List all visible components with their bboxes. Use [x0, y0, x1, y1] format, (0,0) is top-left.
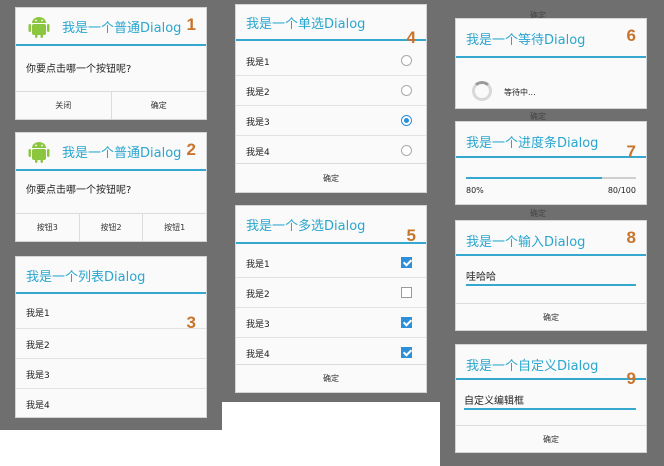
list-item[interactable]: 我是3	[16, 358, 206, 389]
dialog-title-bar: 我是一个普通Dialog 2	[16, 133, 206, 171]
dialog-title-bar: 我是一个列表Dialog	[16, 257, 206, 294]
dialog-title: 我是一个等待Dialog	[466, 33, 586, 48]
ok-button[interactable]: 确定	[236, 164, 426, 192]
button-row: 确定	[236, 364, 426, 392]
radio-button[interactable]	[401, 85, 412, 96]
background-text: 确定	[530, 112, 546, 121]
radio-option-label: 我是4	[246, 148, 270, 158]
dialog-number: 4	[406, 28, 416, 47]
dialog-number: 5	[406, 226, 416, 245]
radio-option[interactable]: 我是4	[236, 135, 426, 166]
dialog-message: 你要点击哪一个按钮呢?	[26, 64, 132, 75]
progress-ratio: 80/100	[607, 186, 636, 195]
checkbox-checked[interactable]	[401, 257, 412, 268]
android-icon	[28, 142, 50, 163]
progress-percent: 80%	[466, 186, 484, 195]
dialog-number: 8	[626, 228, 636, 247]
button-2[interactable]: 按钮2	[78, 214, 143, 241]
checkbox-option-label: 我是3	[246, 320, 270, 330]
button-row: 确定	[236, 163, 426, 192]
progress-bar-fill	[466, 177, 602, 179]
dialog-title-bar: 我是一个普通Dialog 1	[16, 8, 206, 46]
loading-spinner-icon	[472, 81, 492, 101]
close-button[interactable]: 关闭	[16, 92, 111, 119]
dialog-single-choice: 我是一个单选Dialog 4 我是1 我是2 我是3 我是4 确定	[236, 5, 426, 192]
checkbox-checked[interactable]	[401, 317, 412, 328]
dialog-title: 我是一个列表Dialog	[26, 270, 146, 285]
checkbox-option[interactable]: 我是3	[236, 307, 426, 338]
checkbox-option-label: 我是2	[246, 290, 270, 300]
dialog-message: 你要点击哪一个按钮呢?	[26, 185, 132, 196]
ok-button[interactable]: 确定	[236, 365, 426, 392]
list-item[interactable]: 我是1	[16, 297, 206, 327]
list-item-label: 我是3	[26, 371, 50, 381]
radio-button-selected[interactable]	[401, 115, 412, 126]
custom-edit-value: 自定义编辑框	[464, 396, 524, 407]
radio-option-label: 我是2	[246, 88, 270, 98]
radio-option[interactable]: 我是2	[236, 75, 426, 106]
background-text: 确定	[530, 209, 546, 218]
radio-option[interactable]: 我是3	[236, 105, 426, 136]
custom-edit-field[interactable]: 自定义编辑框	[464, 388, 636, 410]
dialog-title-bar: 我是一个多选Dialog 5	[236, 206, 426, 245]
ok-button[interactable]: 确定	[456, 304, 646, 330]
dialog-title: 我是一个普通Dialog	[62, 146, 182, 161]
dialog-number: 2	[186, 140, 196, 159]
dialog-title: 我是一个自定义Dialog	[466, 359, 599, 374]
radio-button[interactable]	[401, 55, 412, 66]
dialog-title: 我是一个输入Dialog	[466, 235, 586, 250]
dialog-progress: 我是一个进度条Dialog 7 80% 80/100	[456, 122, 646, 204]
progress-bar	[466, 177, 636, 179]
dialog-custom: 我是一个自定义Dialog 9 自定义编辑框 确定	[456, 345, 646, 452]
list-item-label: 我是4	[26, 401, 50, 411]
dialog-number: 1	[186, 15, 196, 34]
dialog-normal-1: 我是一个普通Dialog 1 你要点击哪一个按钮呢? 关闭 确定	[16, 8, 206, 119]
dialog-title: 我是一个进度条Dialog	[466, 136, 599, 151]
dialog-title-bar: 我是一个自定义Dialog 9	[456, 345, 646, 388]
dialog-title-bar: 我是一个等待Dialog 6	[456, 19, 646, 58]
dialog-input: 我是一个输入Dialog 8 哇哈哈 确定	[456, 221, 646, 330]
list-item[interactable]: 我是2	[16, 328, 206, 359]
dialog-number: 7	[626, 142, 636, 161]
list-item-label: 我是1	[26, 309, 50, 319]
list-item[interactable]: 我是4	[16, 388, 206, 419]
dialog-title: 我是一个单选Dialog	[246, 17, 366, 32]
button-row: 关闭 确定	[16, 91, 206, 119]
checkbox-option-label: 我是4	[246, 350, 270, 360]
checkbox-option-label: 我是1	[246, 260, 270, 270]
dialog-title: 我是一个普通Dialog	[62, 21, 182, 36]
button-3[interactable]: 按钮3	[16, 214, 79, 241]
dialog-title-bar: 我是一个输入Dialog 8	[456, 221, 646, 256]
dialog-list: 我是一个列表Dialog 3 我是1 我是2 我是3 我是4	[16, 257, 206, 417]
radio-button[interactable]	[401, 145, 412, 156]
dialog-waiting: 我是一个等待Dialog 6 等待中...	[456, 19, 646, 108]
waiting-message: 等待中...	[504, 88, 536, 97]
dialog-title-bar: 我是一个进度条Dialog 7	[456, 122, 646, 161]
dialog-title: 我是一个多选Dialog	[246, 219, 366, 234]
dialog-number: 9	[626, 369, 636, 388]
checkbox-option[interactable]: 我是2	[236, 277, 426, 308]
dialog-number: 6	[626, 26, 636, 45]
dialog-title-bar: 我是一个单选Dialog 4	[236, 5, 426, 47]
text-input[interactable]: 哇哈哈	[466, 264, 636, 286]
ok-button[interactable]: 确定	[456, 426, 646, 452]
checkbox-option[interactable]: 我是1	[236, 248, 426, 278]
dialog-multi-choice: 我是一个多选Dialog 5 我是1 我是2 我是3 我是4 确定	[236, 206, 426, 392]
button-row: 按钮3 按钮2 按钮1	[16, 213, 206, 241]
text-input-value: 哇哈哈	[466, 272, 496, 283]
ok-button[interactable]: 确定	[110, 92, 207, 119]
radio-option-label: 我是3	[246, 118, 270, 128]
checkbox-checked[interactable]	[401, 347, 412, 358]
button-1[interactable]: 按钮1	[142, 214, 206, 241]
button-row: 确定	[456, 303, 646, 330]
checkbox[interactable]	[401, 287, 412, 298]
dialog-normal-2: 我是一个普通Dialog 2 你要点击哪一个按钮呢? 按钮3 按钮2 按钮1	[16, 133, 206, 241]
radio-option-label: 我是1	[246, 58, 270, 68]
button-row: 确定	[456, 425, 646, 452]
list-item-label: 我是2	[26, 341, 50, 351]
android-icon	[28, 17, 50, 38]
radio-option[interactable]: 我是1	[236, 46, 426, 76]
